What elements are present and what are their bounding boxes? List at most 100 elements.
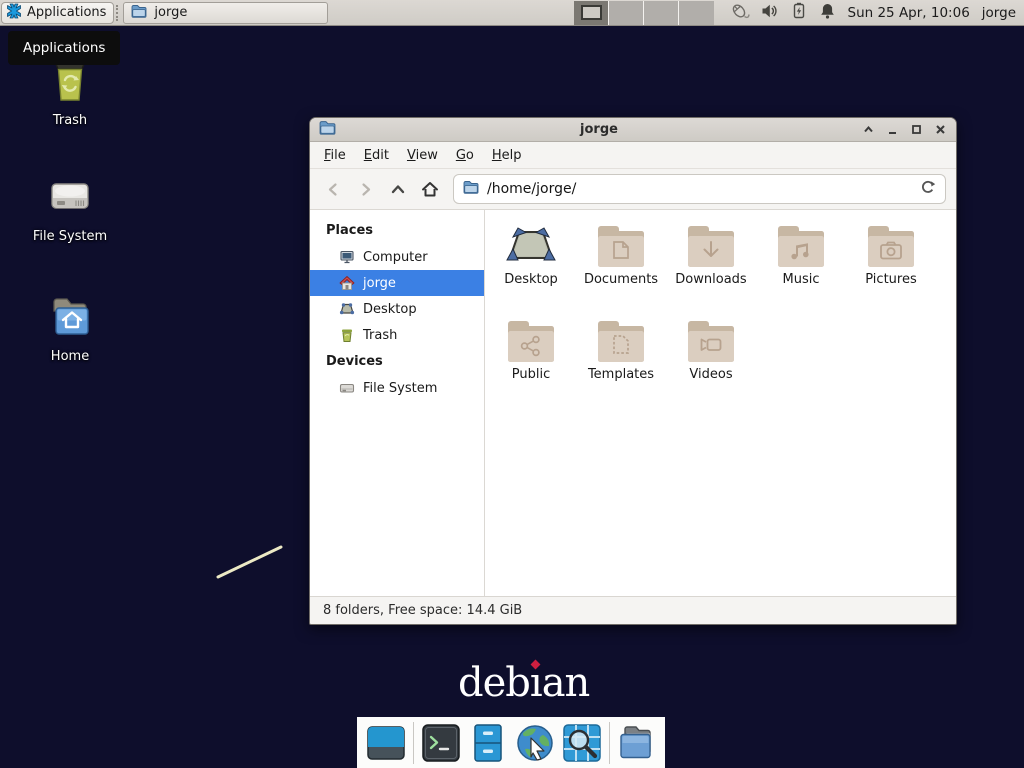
videos-folder-icon	[685, 318, 737, 364]
path-folder-icon	[463, 180, 479, 198]
statusbar: 8 folders, Free space: 14.4 GiB	[310, 596, 956, 624]
documents-folder-icon	[595, 223, 647, 269]
back-button[interactable]	[320, 176, 347, 203]
system-tray	[728, 1, 836, 25]
logo-text-left: deb	[458, 660, 530, 706]
templates-folder-icon	[595, 318, 647, 364]
web-browser-icon[interactable]	[515, 723, 555, 763]
logo-text-right: an	[542, 660, 590, 706]
folder-templates[interactable]: Templates	[576, 318, 666, 413]
application-finder-icon[interactable]	[562, 723, 602, 763]
stray-line-artifact	[210, 540, 290, 585]
path-bar[interactable]: /home/jorge/	[453, 174, 946, 204]
sidebar-item-jorge[interactable]: jorge	[310, 270, 484, 296]
workspace-4[interactable]	[679, 1, 714, 25]
desktop-icon-trash[interactable]: Trash	[24, 56, 116, 128]
bottom-dock	[357, 717, 665, 768]
workspace-switcher	[574, 1, 714, 25]
workspace-1[interactable]	[574, 1, 609, 25]
sidebar: Places Computer	[310, 210, 485, 596]
folder-pictures[interactable]: Pictures	[846, 223, 936, 318]
downloads-folder-icon	[685, 223, 737, 269]
show-desktop-icon[interactable]	[366, 723, 406, 763]
folder-videos[interactable]: Videos	[666, 318, 756, 413]
applications-tooltip: Applications	[8, 31, 120, 65]
sidebar-header-devices: Devices	[310, 348, 484, 375]
desktop-icon-home[interactable]: Home	[24, 292, 116, 364]
applications-menu-button[interactable]: Applications	[1, 2, 114, 24]
status-text: 8 folders, Free space: 14.4 GiB	[323, 603, 522, 618]
dock-separator	[413, 722, 414, 764]
desktop-icon-label: Trash	[24, 113, 116, 128]
xfce-applications-icon	[6, 3, 22, 23]
folder-documents[interactable]: Documents	[576, 223, 666, 318]
logo-i: ı	[530, 660, 542, 706]
sidebar-item-computer[interactable]: Computer	[310, 244, 484, 270]
home-folder-icon	[46, 292, 94, 340]
mouse-icon[interactable]	[728, 1, 750, 25]
file-cabinet-icon[interactable]	[468, 723, 508, 763]
folder-icon	[131, 4, 147, 22]
folder-music[interactable]: Music	[756, 223, 846, 318]
sidebar-item-filesystem[interactable]: File System	[310, 375, 484, 401]
maximize-button[interactable]	[910, 123, 923, 136]
up-button[interactable]	[384, 176, 411, 203]
battery-icon[interactable]	[790, 2, 808, 24]
volume-icon[interactable]	[761, 2, 779, 24]
toolbar: /home/jorge/	[310, 169, 956, 210]
menu-go[interactable]: Go	[447, 144, 483, 167]
window-body: Places Computer	[310, 210, 956, 596]
computer-icon	[339, 249, 355, 265]
music-folder-icon	[775, 223, 827, 269]
public-folder-icon	[505, 318, 557, 364]
workspace-2[interactable]	[609, 1, 644, 25]
trash-icon	[339, 327, 355, 343]
menu-edit[interactable]: Edit	[355, 144, 398, 167]
forward-button[interactable]	[352, 176, 379, 203]
desktop-folder-icon	[505, 223, 557, 269]
home-icon	[339, 275, 355, 291]
top-panel: Applications jorge	[0, 0, 1024, 26]
menu-help[interactable]: Help	[483, 144, 531, 167]
directory-menu-icon[interactable]	[617, 723, 657, 763]
window-controls	[862, 123, 947, 136]
folder-desktop[interactable]: Desktop	[486, 223, 576, 318]
home-button[interactable]	[416, 176, 443, 203]
notification-bell-icon[interactable]	[819, 2, 836, 24]
debian-logo: debıan	[458, 660, 589, 706]
sidebar-item-trash[interactable]: Trash	[310, 322, 484, 348]
desktop-icon	[339, 301, 355, 317]
close-button[interactable]	[934, 123, 947, 136]
menu-file[interactable]: File	[315, 144, 355, 167]
reload-button[interactable]	[920, 179, 936, 199]
workspace-window-preview	[581, 5, 602, 20]
window-folder-icon	[319, 120, 336, 139]
minimize-button[interactable]	[886, 123, 899, 136]
path-input[interactable]: /home/jorge/	[487, 181, 912, 197]
panel-username[interactable]: jorge	[982, 5, 1016, 21]
panel-clock[interactable]: Sun 25 Apr, 10:06	[848, 5, 970, 21]
menubar: File Edit View Go Help	[310, 142, 956, 169]
dock-separator	[609, 722, 610, 764]
folder-public[interactable]: Public	[486, 318, 576, 413]
taskbar-window-button[interactable]: jorge	[123, 2, 328, 24]
shade-button[interactable]	[862, 123, 875, 136]
desktop-icon-label: File System	[24, 229, 116, 244]
sidebar-header-places: Places	[310, 217, 484, 244]
sidebar-item-desktop[interactable]: Desktop	[310, 296, 484, 322]
panel-grip	[116, 5, 121, 21]
window-title: jorge	[336, 122, 862, 137]
terminal-icon[interactable]	[421, 723, 461, 763]
applications-menu-label: Applications	[27, 5, 106, 20]
window-titlebar[interactable]: jorge	[310, 118, 956, 142]
workspace-3[interactable]	[644, 1, 679, 25]
file-grid: Desktop Documents	[485, 210, 956, 596]
file-manager-window: jorge File Edit View Go Help	[309, 117, 957, 625]
taskbar-window-label: jorge	[154, 5, 187, 20]
desktop-icon-filesystem[interactable]: File System	[24, 172, 116, 244]
hard-drive-icon	[46, 172, 94, 220]
menu-view[interactable]: View	[398, 144, 447, 167]
folder-downloads[interactable]: Downloads	[666, 223, 756, 318]
hard-drive-icon	[339, 380, 355, 396]
desktop-icon-label: Home	[24, 349, 116, 364]
